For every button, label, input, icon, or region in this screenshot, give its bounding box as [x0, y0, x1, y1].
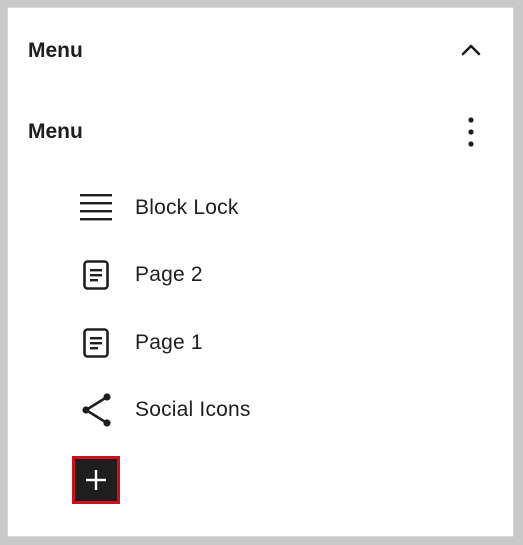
add-block-button[interactable] [72, 456, 120, 504]
more-vertical-icon [468, 117, 474, 147]
panel-title: Menu [28, 39, 83, 62]
options-button[interactable] [459, 112, 483, 152]
list-item[interactable]: Social Icons [74, 386, 474, 434]
list-lines-icon [74, 186, 118, 230]
item-label: Page 1 [135, 331, 203, 354]
menu-block-title: Menu [28, 120, 83, 143]
panel-header: Menu [8, 8, 513, 94]
list-item[interactable]: Page 2 [74, 251, 474, 299]
page-icon [74, 321, 118, 365]
chevron-up-icon [461, 44, 481, 56]
list-item[interactable]: Block Lock [74, 184, 474, 232]
menu-block-row[interactable]: Menu [8, 106, 513, 162]
page-icon [74, 253, 118, 297]
item-label: Social Icons [135, 398, 251, 421]
collapse-button[interactable] [457, 36, 485, 64]
item-label: Page 2 [135, 263, 203, 286]
menu-panel: Menu Menu Block Lock Page 2 Page 1 Socia… [7, 7, 514, 537]
plus-icon [86, 470, 106, 490]
list-item[interactable]: Page 1 [74, 319, 474, 367]
share-icon [74, 388, 118, 432]
item-label: Block Lock [135, 196, 239, 219]
